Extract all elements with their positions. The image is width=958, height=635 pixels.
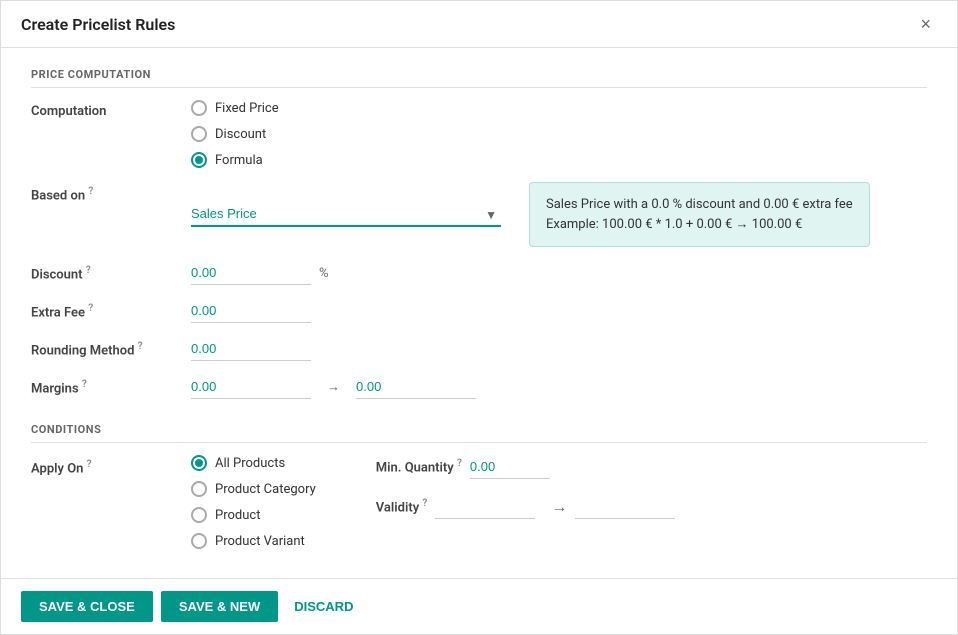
extra-fee-group: Extra Fee ? [31, 299, 927, 323]
margins-to-input[interactable] [356, 375, 476, 399]
radio-formula-label: Formula [215, 153, 263, 168]
price-computation-section: PRICE COMPUTATION Computation Fixed Pric… [31, 68, 927, 399]
rounding-method-group: Rounding Method ? [31, 337, 927, 361]
save-new-button[interactable]: SAVE & NEW [161, 591, 278, 622]
radio-fixed-price-label: Fixed Price [215, 101, 279, 116]
dialog-body: PRICE COMPUTATION Computation Fixed Pric… [1, 48, 957, 578]
discard-button[interactable]: DISCARD [286, 591, 361, 622]
radio-formula[interactable]: Formula [191, 152, 279, 168]
validity-row: Validity ? → [376, 495, 676, 519]
dialog-footer: SAVE & CLOSE SAVE & NEW DISCARD [1, 578, 957, 634]
radio-product-category[interactable]: Product Category [191, 481, 316, 497]
validity-from-input[interactable] [435, 495, 535, 519]
apply-on-group: Apply On ? All Products Product Category [31, 455, 927, 549]
radio-discount[interactable]: Discount [191, 126, 279, 142]
apply-on-radios: All Products Product Category Product [191, 455, 316, 549]
radio-product-label: Product [215, 508, 260, 523]
radio-discount-label: Discount [215, 127, 266, 142]
radio-product-input[interactable] [191, 507, 207, 523]
discount-group: Discount ? % [31, 261, 927, 285]
apply-on-control: All Products Product Category Product [191, 455, 927, 549]
discount-suffix: % [319, 266, 329, 281]
price-computation-label: PRICE COMPUTATION [31, 68, 927, 88]
radio-product-variant-label: Product Variant [215, 534, 305, 549]
margins-group: Margins ? → [31, 375, 927, 399]
rounding-control [191, 337, 927, 361]
margins-from-input[interactable] [191, 375, 311, 399]
discount-label: Discount ? [31, 261, 191, 282]
rounding-method-label: Rounding Method ? [31, 337, 191, 358]
radio-discount-input[interactable] [191, 126, 207, 142]
extra-fee-control [191, 299, 927, 323]
computation-group: Computation Fixed Price Discount [31, 100, 927, 168]
rounding-input[interactable] [191, 337, 311, 361]
discount-tooltip: ? [86, 265, 91, 276]
min-qty-label: Min. Quantity ? [376, 458, 462, 475]
create-pricelist-dialog: Create Pricelist Rules × PRICE COMPUTATI… [0, 0, 958, 635]
based-on-select[interactable]: Sales Price Other Pricelist Cost [191, 202, 501, 227]
extra-fee-input[interactable] [191, 299, 311, 323]
margins-tooltip: ? [82, 379, 87, 390]
radio-all-products[interactable]: All Products [191, 455, 316, 471]
radio-product-category-input[interactable] [191, 481, 207, 497]
conditions-label: CONDITIONS [31, 423, 927, 443]
discount-input[interactable] [191, 261, 311, 285]
apply-on-main: All Products Product Category Product [191, 455, 675, 549]
min-qty-input[interactable] [470, 455, 550, 479]
radio-fixed-price-input[interactable] [191, 100, 207, 116]
conditions-section: CONDITIONS Apply On ? All Products [31, 423, 927, 549]
based-on-label: Based on ? [31, 182, 191, 203]
radio-product-category-label: Product Category [215, 482, 316, 497]
min-qty-tooltip: ? [457, 458, 462, 469]
discount-control: % [191, 261, 927, 285]
apply-on-tooltip: ? [87, 459, 92, 470]
save-close-button[interactable]: SAVE & CLOSE [21, 591, 153, 622]
extra-fee-label: Extra Fee ? [31, 299, 191, 320]
dialog-header: Create Pricelist Rules × [1, 1, 957, 48]
radio-formula-input[interactable] [191, 152, 207, 168]
computation-radio-group: Fixed Price Discount Formula [191, 100, 279, 168]
radio-all-products-label: All Products [215, 456, 285, 471]
radio-product-variant-input[interactable] [191, 533, 207, 549]
min-qty-row: Min. Quantity ? [376, 455, 676, 479]
radio-fixed-price[interactable]: Fixed Price [191, 100, 279, 116]
based-on-control: Sales Price Other Pricelist Cost ▼ Sales… [191, 182, 927, 247]
validity-arrow-icon: → [551, 497, 567, 517]
dialog-title: Create Pricelist Rules [21, 15, 175, 34]
extra-fee-tooltip: ? [88, 303, 93, 314]
radio-product-variant[interactable]: Product Variant [191, 533, 316, 549]
radio-all-products-input[interactable] [191, 455, 207, 471]
computation-label: Computation [31, 100, 191, 119]
apply-on-label: Apply On ? [31, 455, 191, 476]
based-on-tooltip: ? [88, 186, 93, 197]
validity-label: Validity ? [376, 498, 428, 515]
formula-info-box: Sales Price with a 0.0 % discount and 0.… [529, 182, 870, 247]
margins-control: → [191, 375, 927, 399]
validity-to-input[interactable] [575, 495, 675, 519]
close-button[interactable]: × [914, 13, 937, 35]
computation-options: Fixed Price Discount Formula [191, 100, 927, 168]
info-line-2: Example: 100.00 € * 1.0 + 0.00 € → 100.0… [546, 215, 853, 235]
validity-tooltip: ? [422, 498, 427, 509]
based-on-group: Based on ? Sales Price Other Pricelist C… [31, 182, 927, 247]
margins-arrow-icon: → [327, 379, 340, 395]
margins-label: Margins ? [31, 375, 191, 396]
radio-product[interactable]: Product [191, 507, 316, 523]
based-on-select-wrapper: Sales Price Other Pricelist Cost ▼ [191, 202, 501, 227]
min-qty-validity-section: Min. Quantity ? Validity ? → [376, 455, 676, 519]
info-line-1: Sales Price with a 0.0 % discount and 0.… [546, 195, 853, 215]
rounding-tooltip: ? [138, 341, 143, 352]
